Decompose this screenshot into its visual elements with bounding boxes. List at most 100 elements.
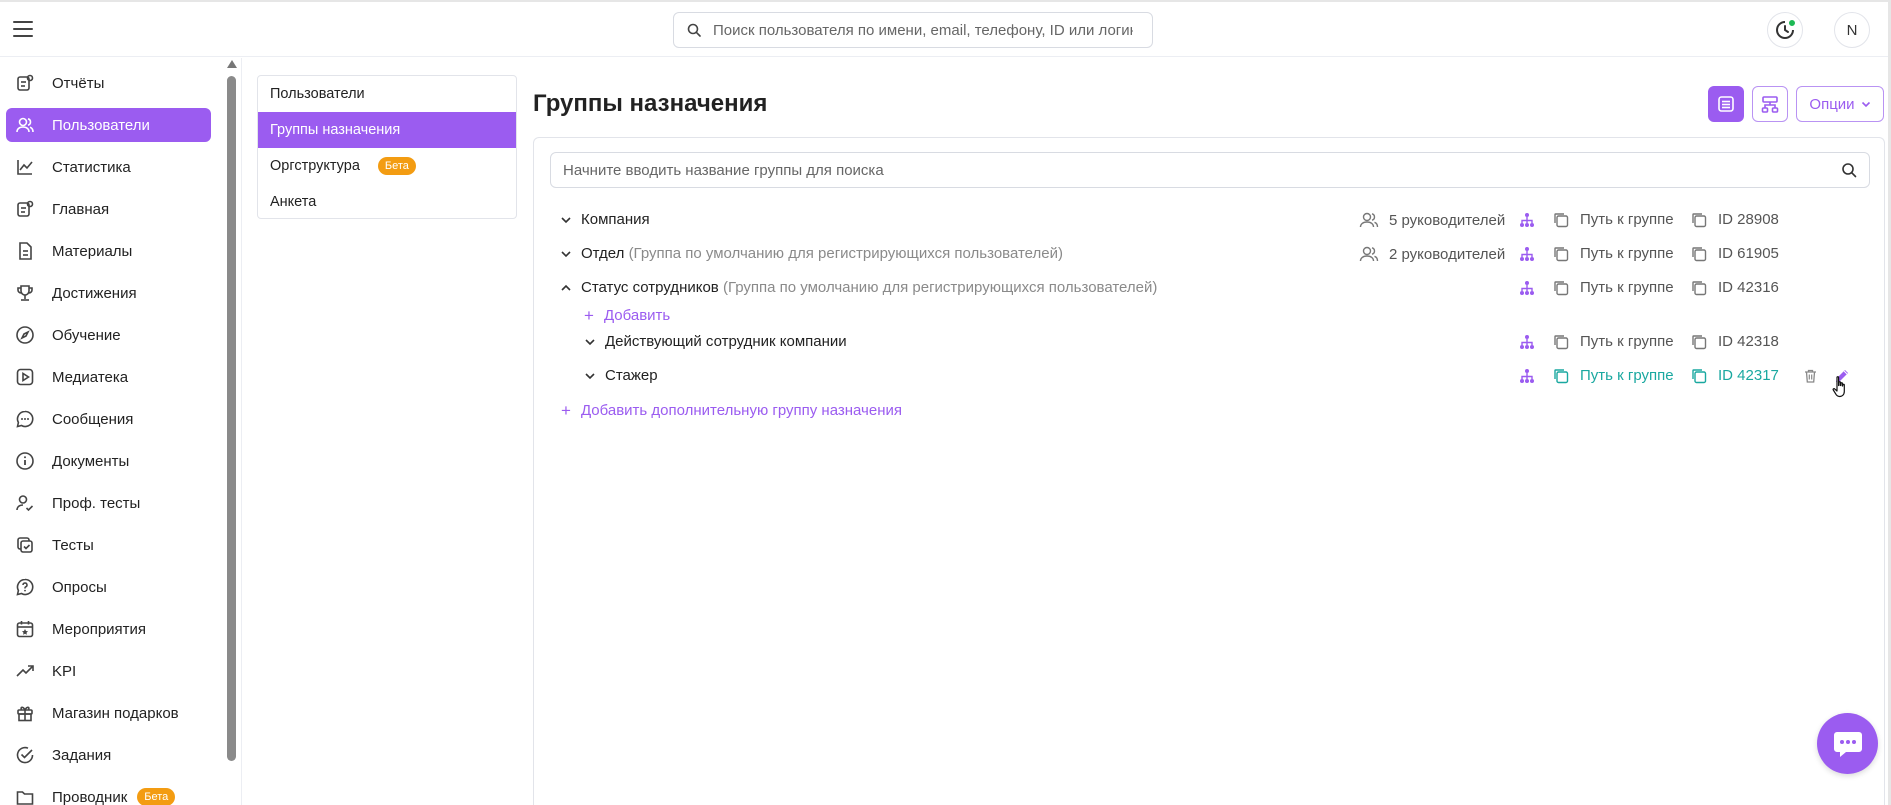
activity-button[interactable] (1767, 12, 1803, 48)
chevron-down-icon[interactable] (559, 213, 573, 227)
scroll-up-arrow-icon[interactable] (227, 60, 237, 68)
calendar-icon (14, 618, 36, 640)
sidebar-item-tests[interactable]: Тесты (6, 528, 211, 562)
hierarchy-icon[interactable] (1519, 280, 1535, 296)
sidebar-item-label: Проф. тесты (52, 494, 141, 512)
sidebar-item-messages[interactable]: Сообщения (6, 402, 211, 436)
group-name[interactable]: Компания (581, 211, 650, 228)
subgroup-name-text: Действующий сотрудник компании (605, 333, 847, 350)
chevron-down-icon[interactable] (559, 247, 573, 261)
sidebar-item-label: Обучение (52, 326, 121, 344)
add-extra-group-button[interactable]: + Добавить дополнительную группу назначе… (561, 402, 902, 419)
copy-icon (1554, 212, 1569, 227)
subgroup-name-text: Стажер (605, 367, 658, 384)
sidebar-item-label: Магазин подарков (52, 704, 179, 722)
group-name[interactable]: Отдел (Группа по умолчанию для регистрир… (581, 245, 1063, 262)
sidebar-item-documents[interactable]: Документы (6, 444, 211, 478)
hierarchy-icon[interactable] (1519, 212, 1535, 228)
group-search[interactable] (550, 152, 1870, 188)
chevron-down-icon[interactable] (583, 369, 597, 383)
sidebar-item-tasks[interactable]: Задания (6, 738, 211, 772)
subgroup-name[interactable]: Стажер (605, 367, 658, 384)
copy-icon (1554, 334, 1569, 349)
copy-id-link[interactable]: ID 28908 (1691, 211, 1779, 228)
copy-id-link[interactable]: ID 61905 (1691, 245, 1779, 262)
copy-path-link[interactable]: Путь к группе (1553, 211, 1674, 228)
groups-panel (533, 137, 1885, 805)
check-circle-icon (14, 744, 36, 766)
group-id-text: ID 42317 (1718, 367, 1779, 384)
list-view-button[interactable] (1708, 86, 1744, 122)
group-name[interactable]: Статус сотрудников (Группа по умолчанию … (581, 279, 1157, 296)
copy-id-link[interactable]: ID 42316 (1691, 279, 1779, 296)
support-chat-button[interactable] (1817, 713, 1878, 774)
sidebar-item-achievements[interactable]: Достижения (6, 276, 211, 310)
sidebar-item-polls[interactable]: Опросы (6, 570, 211, 604)
tree-view-icon (1761, 96, 1779, 113)
group-id-text: ID 42316 (1718, 279, 1779, 296)
plus-icon: + (561, 401, 571, 420)
copy-icon (1554, 280, 1569, 295)
subnav-item-label: Оргструктура (270, 158, 360, 174)
file-icon (14, 240, 36, 262)
tree-view-button[interactable] (1752, 86, 1788, 122)
sidebar-item-label: Главная (52, 200, 110, 218)
sidebar-item-label: Задания (52, 746, 112, 764)
scroll-thumb[interactable] (227, 76, 236, 761)
sidebar-item-prof-tests[interactable]: Проф. тесты (6, 486, 211, 520)
copy-path-link[interactable]: Путь к группе (1553, 333, 1674, 350)
sidebar-item-learning[interactable]: Обучение (6, 318, 211, 352)
sidebar-item-explorer[interactable]: Проводник Бета (6, 780, 211, 805)
question-icon (14, 576, 36, 598)
subgroup-row: Действующий сотрудник компании Путь к гр… (555, 328, 1875, 356)
copy-id-link[interactable]: ID 42317 (1691, 367, 1779, 384)
users-icon (14, 114, 36, 136)
sidebar-item-label: Пользователи (52, 116, 150, 134)
chevron-down-icon[interactable] (583, 335, 597, 349)
group-default-hint: (Группа по умолчанию для регистрирующихс… (628, 245, 1063, 262)
chevron-down-icon (1861, 101, 1870, 108)
checklist-icon (14, 534, 36, 556)
subnav-item-users[interactable]: Пользователи (258, 76, 516, 112)
options-dropdown[interactable]: Опции (1796, 86, 1884, 122)
group-name-text: Статус сотрудников (581, 279, 719, 296)
subgroup-name[interactable]: Действующий сотрудник компании (605, 333, 847, 350)
sidebar-item-statistics[interactable]: Статистика (6, 150, 211, 184)
menu-icon[interactable] (13, 21, 33, 37)
sidebar-item-users[interactable]: Пользователи (6, 108, 211, 142)
copy-id-link[interactable]: ID 42318 (1691, 333, 1779, 350)
sidebar-item-events[interactable]: Мероприятия (6, 612, 211, 646)
copy-path-link[interactable]: Путь к группе (1553, 367, 1674, 384)
sidebar-item-reports[interactable]: Отчёты (6, 66, 211, 100)
sidebar-item-materials[interactable]: Материалы (6, 234, 211, 268)
info-icon (14, 450, 36, 472)
copy-path-link[interactable]: Путь к группе (1553, 245, 1674, 262)
subnav-item-profile-form[interactable]: Анкета (258, 184, 516, 218)
group-id-text: ID 61905 (1718, 245, 1779, 262)
user-search[interactable] (673, 12, 1153, 48)
avatar[interactable]: N (1834, 12, 1870, 48)
managers-count[interactable]: 5 руководителей (1359, 211, 1505, 229)
add-subgroup-button[interactable]: + Добавить (584, 307, 670, 324)
search-icon[interactable] (1841, 162, 1857, 178)
copy-path-link[interactable]: Путь к группе (1553, 279, 1674, 296)
user-search-input[interactable] (713, 21, 1133, 39)
hierarchy-icon[interactable] (1519, 246, 1535, 262)
sidebar-item-gift-shop[interactable]: Магазин подарков (6, 696, 211, 730)
managers-count[interactable]: 2 руководителей (1359, 245, 1505, 263)
group-search-input[interactable] (563, 161, 1841, 179)
add-subgroup-label: Добавить (603, 307, 671, 324)
hierarchy-icon[interactable] (1519, 368, 1535, 384)
subnav-item-org-structure[interactable]: Оргструктура Бета (258, 148, 516, 184)
hand-cursor-icon (1832, 376, 1845, 398)
subnav-item-assignment-groups[interactable]: Группы назначения (258, 112, 516, 148)
trophy-icon (14, 282, 36, 304)
sidebar-item-home[interactable]: Главная (6, 192, 211, 226)
chevron-up-icon[interactable] (559, 281, 573, 295)
user-check-icon (14, 492, 36, 514)
sidebar-scrollbar[interactable] (226, 60, 237, 761)
sidebar-item-media[interactable]: Медиатека (6, 360, 211, 394)
hierarchy-icon[interactable] (1519, 334, 1535, 350)
trash-icon[interactable] (1803, 368, 1818, 384)
sidebar-item-kpi[interactable]: KPI (6, 654, 211, 688)
